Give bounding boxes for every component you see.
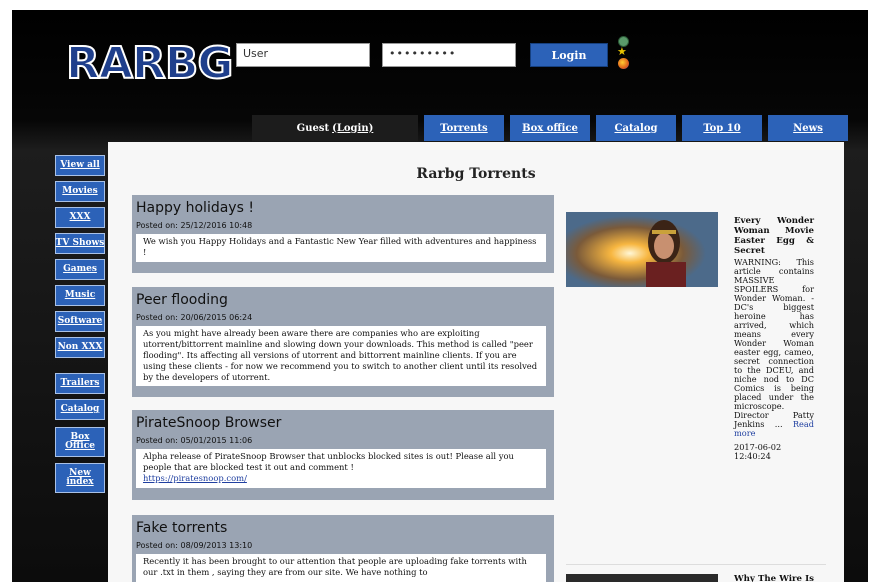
sidebar-item-new-index[interactable]: New index: [55, 463, 105, 493]
sidebar-item-music[interactable]: Music: [55, 285, 105, 306]
article-body: WARNING: This article contains MASSIVE S…: [734, 257, 814, 429]
sidebar-item-catalog[interactable]: Catalog: [55, 399, 105, 420]
news-item: PirateSnoop Browser Posted on: 05/01/201…: [132, 410, 554, 500]
news-date: Posted on: 20/06/2015 06:24: [136, 313, 253, 322]
article-title[interactable]: Every Wonder Woman Movie Easter Egg & Se…: [734, 216, 814, 256]
sidebar-item-tv-shows[interactable]: TV Shows: [55, 233, 105, 254]
news-date: Posted on: 25/12/2016 10:48: [136, 221, 253, 230]
news-body: Alpha release of PirateSnoop Browser tha…: [136, 449, 546, 488]
main-content: Rarbg Torrents Happy holidays ! Posted o…: [108, 142, 844, 582]
news-title: Fake torrents: [136, 520, 228, 536]
star-icon[interactable]: ★: [617, 46, 627, 57]
news-date: Posted on: 08/09/2013 13:10: [136, 541, 253, 550]
page-title: Rarbg Torrents: [416, 166, 536, 182]
tab-torrents[interactable]: Torrents: [424, 115, 504, 141]
the-wire-thumbnail[interactable]: [566, 574, 718, 582]
guest-login-link[interactable]: (Login): [332, 123, 373, 134]
tab-box-office[interactable]: Box office: [510, 115, 590, 141]
rarbg-logo[interactable]: RARBG: [65, 37, 234, 90]
news-body: As you might have already been aware the…: [136, 326, 546, 386]
news-item: Fake torrents Posted on: 08/09/2013 13:1…: [132, 515, 554, 582]
divider: [566, 564, 826, 565]
news-item: Happy holidays ! Posted on: 25/12/2016 1…: [132, 195, 554, 273]
news-title: Happy holidays !: [136, 200, 254, 216]
sidebar-item-box-office[interactable]: Box Office: [55, 427, 105, 457]
username-field[interactable]: User: [236, 43, 370, 67]
sidebar-item-view-all[interactable]: View all: [55, 155, 105, 176]
tab-news[interactable]: News: [768, 115, 848, 141]
firefox-icon[interactable]: [618, 58, 629, 69]
article-date: 2017-06-02 12:40:24: [734, 442, 782, 461]
article-text: Why The Wire Is The Best TV: [734, 574, 814, 582]
tab-top-10[interactable]: Top 10: [682, 115, 762, 141]
tab-guest: Guest (Login): [252, 115, 418, 141]
password-field[interactable]: •••••••••: [382, 43, 516, 67]
news-body: We wish you Happy Holidays and a Fantast…: [136, 234, 546, 262]
news-text: Alpha release of PirateSnoop Browser tha…: [143, 451, 514, 472]
article-title[interactable]: Why The Wire Is The Best TV: [734, 574, 814, 582]
news-title: Peer flooding: [136, 292, 228, 308]
sidebar-item-games[interactable]: Games: [55, 259, 105, 280]
sidebar-item-trailers[interactable]: Trailers: [55, 373, 105, 394]
tab-catalog[interactable]: Catalog: [596, 115, 676, 141]
page-background: RARBG User ••••••••• Login ★ Guest (Logi…: [12, 10, 868, 582]
piratesnoop-link[interactable]: https://piratesnoop.com/: [143, 473, 247, 483]
news-title: PirateSnoop Browser: [136, 415, 282, 431]
sidebar-item-movies[interactable]: Movies: [55, 181, 105, 202]
login-button[interactable]: Login: [530, 43, 608, 67]
sidebar-item-xxx[interactable]: XXX: [55, 207, 105, 228]
sidebar-item-software[interactable]: Software: [55, 311, 105, 332]
article-text: Every Wonder Woman Movie Easter Egg & Se…: [734, 216, 814, 461]
top-nav: Guest (Login) Torrents Box office Catalo…: [252, 115, 848, 141]
news-item: Peer flooding Posted on: 20/06/2015 06:2…: [132, 287, 554, 397]
sidebar-item-non-xxx[interactable]: Non XXX: [55, 337, 105, 358]
guest-label: Guest: [296, 122, 330, 134]
wonder-woman-thumbnail[interactable]: [566, 212, 718, 287]
news-date: Posted on: 05/01/2015 11:06: [136, 436, 253, 445]
news-body: Recently it has been brought to our atte…: [136, 554, 546, 582]
